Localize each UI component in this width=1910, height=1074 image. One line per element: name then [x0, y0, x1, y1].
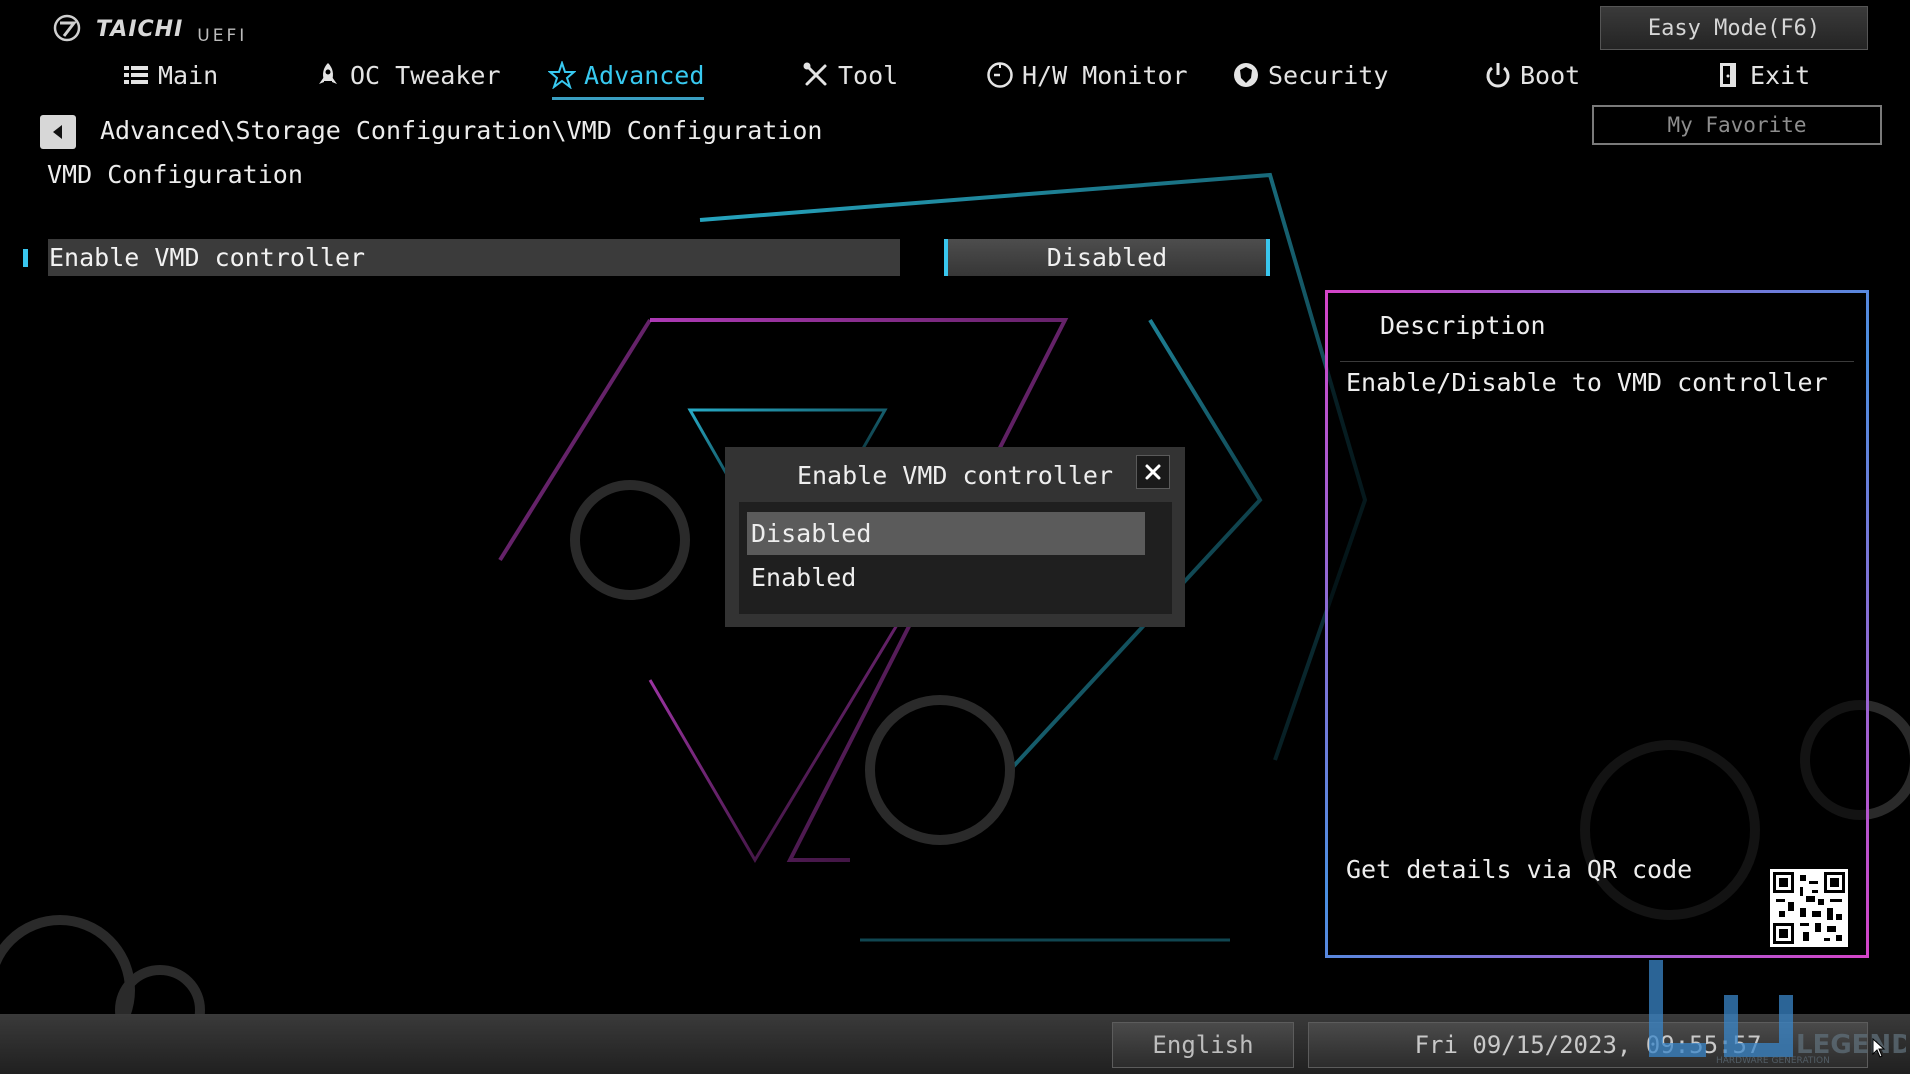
- option-dialog: Enable VMD controller Disabled Enabled: [725, 447, 1185, 627]
- tab-hw-monitor[interactable]: H/W Monitor: [986, 58, 1188, 92]
- breadcrumb: Advanced\Storage Configuration\VMD Confi…: [100, 116, 823, 145]
- description-divider: [1340, 361, 1854, 362]
- tab-label: Advanced: [584, 60, 705, 90]
- option-list: Disabled Enabled: [739, 502, 1172, 614]
- description-text: Enable/Disable to VMD controller: [1346, 368, 1828, 397]
- brand-name: TAICHI: [96, 17, 184, 42]
- door-exit-icon: [1720, 63, 1736, 87]
- star-icon: [548, 61, 576, 89]
- tab-label: Boot: [1520, 60, 1581, 90]
- my-favorite-button[interactable]: My Favorite: [1592, 105, 1882, 145]
- easy-mode-button[interactable]: Easy Mode(F6): [1600, 6, 1868, 50]
- watermark-logo: LEGEND HARDWARE GENERATION: [1649, 960, 1906, 1065]
- page-title: VMD Configuration: [47, 160, 303, 189]
- setting-value-dropdown[interactable]: Disabled: [944, 239, 1270, 276]
- setting-label-enable-vmd[interactable]: Enable VMD controller: [48, 239, 900, 276]
- back-button[interactable]: [40, 115, 76, 149]
- option-enabled[interactable]: Enabled: [747, 556, 1145, 599]
- tab-advanced[interactable]: Advanced: [548, 58, 705, 100]
- mouse-cursor-icon: [1872, 1038, 1886, 1058]
- tab-exit[interactable]: Exit: [1714, 58, 1810, 92]
- taichi-logo-icon: [53, 14, 81, 42]
- language-button[interactable]: English: [1112, 1022, 1294, 1068]
- power-icon: [1486, 63, 1510, 88]
- tab-label: OC Tweaker: [350, 60, 501, 90]
- dialog-title: Enable VMD controller: [796, 461, 1114, 490]
- brand-uefi: UEFI: [197, 26, 248, 46]
- tab-label: Security: [1268, 60, 1389, 90]
- close-icon: [1145, 464, 1161, 480]
- tab-label: Tool: [838, 60, 899, 90]
- close-button[interactable]: [1136, 455, 1170, 489]
- rocket-icon: [319, 63, 337, 84]
- back-arrow-icon: [53, 125, 62, 139]
- tab-tool[interactable]: Tool: [802, 58, 898, 92]
- option-disabled[interactable]: Disabled: [747, 512, 1145, 555]
- active-tab-underline: [552, 97, 705, 100]
- watermark-subtext: HARDWARE GENERATION: [1716, 1056, 1830, 1065]
- brand-logo: TAICHI UEFI: [52, 14, 247, 46]
- description-title: Description: [1380, 311, 1546, 340]
- selected-row-marker: [23, 249, 28, 267]
- shield-icon: [1234, 63, 1258, 87]
- qr-code-image: [1770, 869, 1848, 947]
- tab-oc-tweaker[interactable]: OC Tweaker: [314, 58, 501, 92]
- tab-label: Exit: [1750, 60, 1811, 90]
- description-panel: Description Enable/Disable to VMD contro…: [1325, 290, 1869, 958]
- tab-boot[interactable]: Boot: [1484, 58, 1580, 92]
- tab-security[interactable]: Security: [1232, 58, 1388, 92]
- tab-label: Main: [158, 60, 219, 90]
- tab-label: H/W Monitor: [1022, 60, 1188, 90]
- wrench-screwdriver-icon: [803, 62, 827, 86]
- qr-code-label: Get details via QR code: [1346, 855, 1693, 884]
- tab-main[interactable]: Main: [122, 58, 218, 92]
- list-icon: [124, 66, 148, 84]
- gauge-icon: [987, 62, 1013, 88]
